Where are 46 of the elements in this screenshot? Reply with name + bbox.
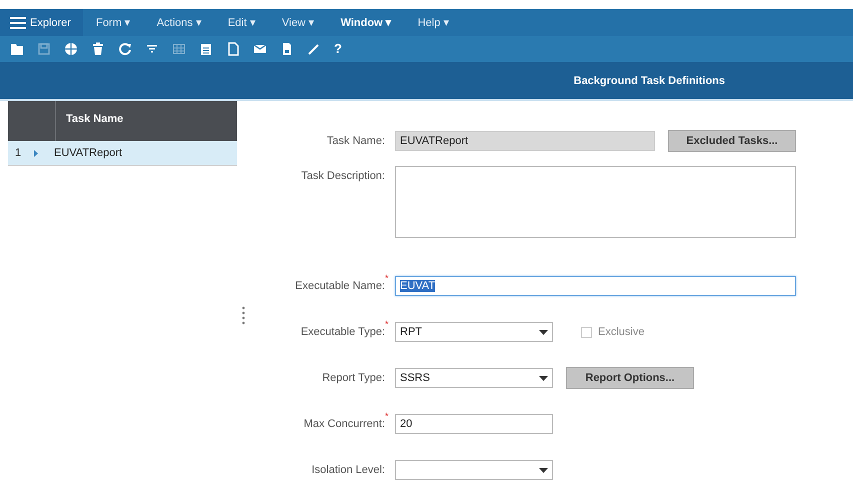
required-mark: * [385,273,389,283]
dropdown[interactable]: RPT [395,322,553,342]
checkbox-label: Exclusive [598,326,644,338]
menu-icon [10,16,26,28]
description-field[interactable] [395,166,796,238]
calendar-icon[interactable] [199,42,213,56]
field-label: Executable Name: [294,280,385,292]
folder-icon[interactable] [10,42,24,56]
menu-item[interactable]: Form ▾ [82,9,144,36]
checkbox[interactable] [581,326,592,338]
trash-icon[interactable] [91,42,105,56]
caret-icon [539,468,548,472]
refresh-icon[interactable] [118,42,132,56]
pencil-icon[interactable] [307,42,321,56]
help-button[interactable]: ? [334,42,342,56]
field-label: Task Description: [300,169,385,182]
menu-item[interactable]: Help ▾ [404,9,462,36]
menu-item[interactable]: View ▾ [268,9,328,36]
field-label: Task Name: [326,135,385,147]
mail-icon[interactable] [253,42,267,56]
menu-item[interactable]: Edit ▾ [214,9,269,36]
explorer-button[interactable]: Explorer [0,9,83,36]
input-field[interactable]: EUVAT [395,276,796,296]
grid-row[interactable]: 1 EUVATReport [8,141,237,166]
caret-icon [539,376,548,380]
table-cell: EUVATReport [54,147,122,159]
row-number: 1 [14,147,22,159]
column-header[interactable]: Task Name [56,101,134,141]
options-button[interactable]: Report Options... [566,367,694,389]
field-label: Isolation Level: [310,464,385,476]
caret-icon [539,330,548,334]
field-label: Max Concurrent: [302,418,385,430]
row-pointer-icon [34,150,38,156]
required-mark: * [385,411,389,421]
field-label: Report Type: [321,372,385,384]
dropdown[interactable]: SSRS [395,368,553,388]
page-title: Background Task Definitions [574,74,725,86]
menu-item[interactable]: Window ▾ [328,9,405,36]
page-icon[interactable] [280,42,294,56]
splitter-handle-icon[interactable] [242,306,244,326]
required-mark: * [385,319,389,329]
field-label: Executable Type: [300,326,385,338]
document-icon[interactable] [226,42,240,56]
menu-item[interactable]: Actions ▾ [144,9,215,36]
globe-icon[interactable] [64,42,78,56]
input-field[interactable]: 20 [395,414,553,434]
